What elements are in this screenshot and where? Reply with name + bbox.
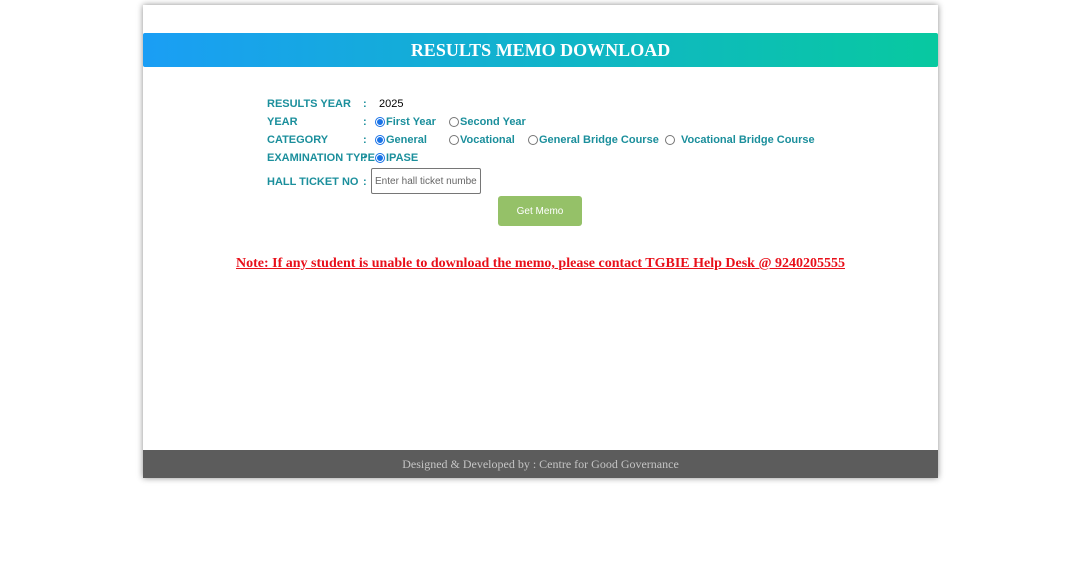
year-option-second-label: Second Year — [460, 116, 526, 128]
hall-ticket-label: HALL TICKET NO — [267, 176, 359, 188]
radio-unchecked-icon[interactable] — [665, 135, 675, 145]
radio-checked-icon[interactable] — [375, 117, 385, 127]
year-label: YEAR — [267, 116, 298, 128]
page-footer: Designed & Developed by : Centre for Goo… — [143, 450, 938, 478]
radio-unchecked-icon[interactable] — [449, 117, 459, 127]
get-memo-button[interactable]: Get Memo — [498, 196, 582, 226]
footer-credit: Designed & Developed by : Centre for Goo… — [402, 456, 679, 471]
exam-type-option-ipase[interactable]: IPASE — [375, 152, 418, 164]
category-option-general[interactable]: General — [375, 134, 427, 146]
hall-ticket-colon: : — [363, 176, 367, 188]
category-colon: : — [363, 134, 367, 146]
category-label: CATEGORY — [267, 134, 329, 146]
year-option-second[interactable]: Second Year — [449, 116, 526, 128]
radio-checked-icon[interactable] — [375, 135, 385, 145]
category-option-general-label: General — [386, 134, 427, 146]
results-year-label: RESULTS YEAR — [267, 98, 351, 110]
category-option-vocational-bridge[interactable]: Vocational Bridge Course — [665, 134, 815, 146]
year-option-first-label: First Year — [386, 116, 436, 128]
category-option-general-bridge-label: General Bridge Course — [539, 134, 659, 146]
main-container: RESULTS MEMO DOWNLOAD RESULTS YEAR : 202… — [143, 5, 938, 478]
results-year-value: 2025 — [379, 98, 404, 110]
exam-type-option-ipase-label: IPASE — [386, 152, 419, 164]
radio-unchecked-icon[interactable] — [528, 135, 538, 145]
page-header: RESULTS MEMO DOWNLOAD — [143, 33, 938, 67]
exam-type-label: EXAMINATION TYPE — [267, 152, 375, 164]
year-colon: : — [363, 116, 367, 128]
category-option-vocational-bridge-label: Vocational Bridge Course — [681, 134, 815, 146]
category-option-general-bridge[interactable]: General Bridge Course — [528, 134, 659, 146]
radio-checked-icon[interactable] — [375, 153, 385, 163]
exam-type-colon: : — [363, 152, 367, 164]
category-option-vocational-label: Vocational — [460, 134, 515, 146]
page-title: RESULTS MEMO DOWNLOAD — [410, 39, 671, 60]
results-year-colon: : — [363, 98, 367, 110]
category-option-vocational[interactable]: Vocational — [449, 134, 515, 146]
hall-ticket-input[interactable] — [371, 168, 481, 194]
help-desk-note: Note: If any student is unable to downlo… — [236, 256, 845, 271]
year-option-first[interactable]: First Year — [375, 116, 436, 128]
radio-unchecked-icon[interactable] — [449, 135, 459, 145]
